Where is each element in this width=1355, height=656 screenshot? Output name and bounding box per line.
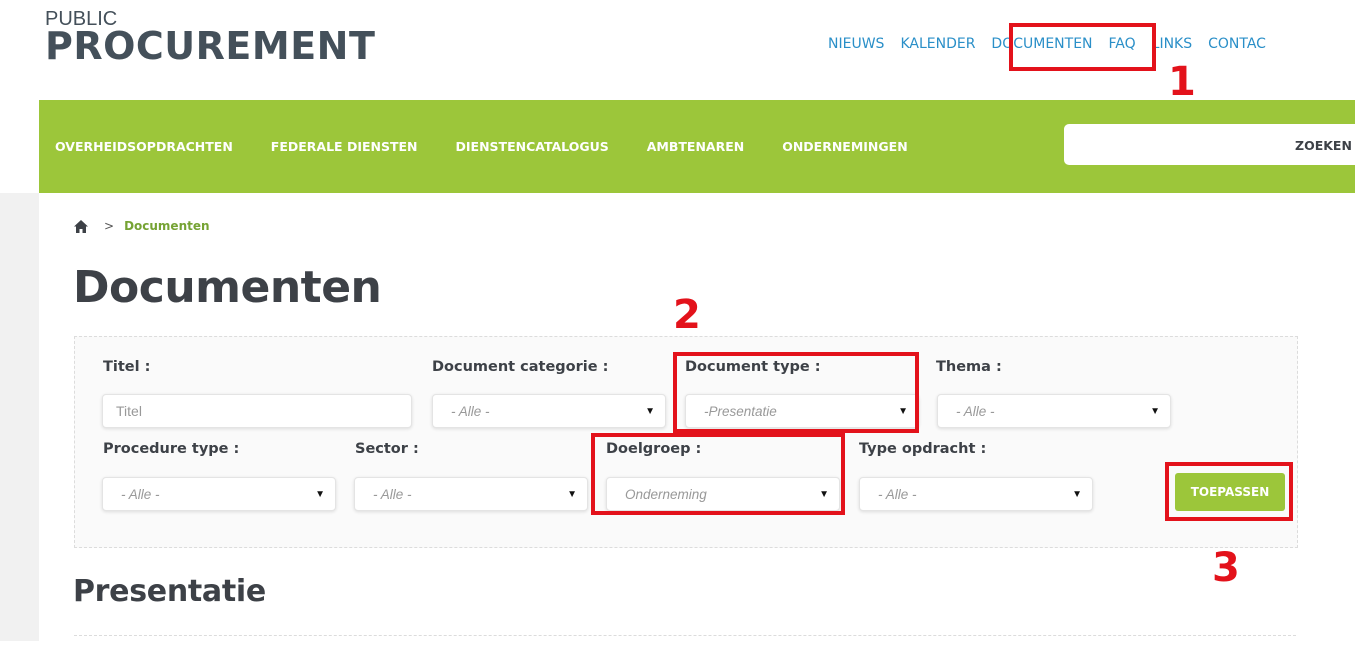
main-nav-ambtenaren[interactable]: AMBTENAREN (647, 139, 744, 154)
section-title: Presentatie (73, 574, 266, 609)
main-nav: OVERHEIDSOPDRACHTEN FEDERALE DIENSTEN DI… (55, 139, 946, 154)
breadcrumb-current[interactable]: Documenten (124, 219, 209, 233)
annotation-box-doelgroep (591, 433, 845, 515)
main-nav-federale-diensten[interactable]: FEDERALE DIENSTEN (271, 139, 418, 154)
thema-label: Thema : (936, 359, 1002, 375)
top-nav-kalender[interactable]: KALENDER (900, 36, 975, 52)
chevron-down-icon: ▼ (567, 489, 577, 500)
breadcrumb: > Documenten (74, 219, 210, 233)
annotation-number-3: 3 (1212, 545, 1240, 591)
chevron-down-icon: ▼ (1072, 489, 1082, 500)
results-panel (74, 635, 1296, 656)
type-opdracht-label: Type opdracht : (859, 441, 987, 457)
type-opdracht-value: - Alle - (878, 487, 917, 502)
top-nav-nieuws[interactable]: NIEUWS (828, 36, 884, 52)
procedure-type-label: Procedure type : (103, 441, 240, 457)
titel-placeholder: Titel (116, 403, 142, 419)
thema-select[interactable]: - Alle - ▼ (937, 394, 1171, 428)
left-gutter (0, 193, 39, 641)
breadcrumb-separator: > (104, 219, 115, 233)
logo-line-procurement: PROCUREMENT (45, 24, 376, 68)
document-categorie-label: Document categorie : (432, 359, 609, 375)
home-icon[interactable] (74, 219, 88, 233)
document-categorie-value: - Alle - (451, 404, 490, 419)
procedure-type-select[interactable]: - Alle - ▼ (102, 477, 336, 511)
top-nav-contact[interactable]: CONTAC (1208, 36, 1266, 52)
chevron-down-icon: ▼ (645, 406, 655, 417)
annotation-number-1: 1 (1168, 59, 1196, 105)
annotation-box-documenten (1009, 23, 1156, 71)
main-nav-dienstencatalogus[interactable]: DIENSTENCATALOGUS (456, 139, 609, 154)
top-nav-links[interactable]: LINKS (1152, 36, 1192, 52)
annotation-box-apply (1165, 462, 1293, 521)
chevron-down-icon: ▼ (315, 489, 325, 500)
procedure-type-value: - Alle - (121, 487, 160, 502)
annotation-box-document-type (673, 352, 919, 433)
titel-input[interactable]: Titel (102, 394, 412, 428)
type-opdracht-select[interactable]: - Alle - ▼ (859, 477, 1093, 511)
sector-select[interactable]: - Alle - ▼ (354, 477, 588, 511)
document-categorie-select[interactable]: - Alle - ▼ (432, 394, 666, 428)
thema-value: - Alle - (956, 404, 995, 419)
site-logo[interactable]: PUBLIC PROCUREMENT (45, 8, 376, 68)
sector-label: Sector : (355, 441, 419, 457)
sector-value: - Alle - (373, 487, 412, 502)
page-title: Documenten (73, 262, 382, 313)
search-button[interactable]: ZOEKEN (1295, 138, 1352, 153)
chevron-down-icon: ▼ (1150, 406, 1160, 417)
titel-label: Titel : (103, 359, 151, 375)
main-nav-overheidsopdrachten[interactable]: OVERHEIDSOPDRACHTEN (55, 139, 233, 154)
annotation-number-2: 2 (673, 292, 701, 338)
main-nav-ondernemingen[interactable]: ONDERNEMINGEN (782, 139, 907, 154)
